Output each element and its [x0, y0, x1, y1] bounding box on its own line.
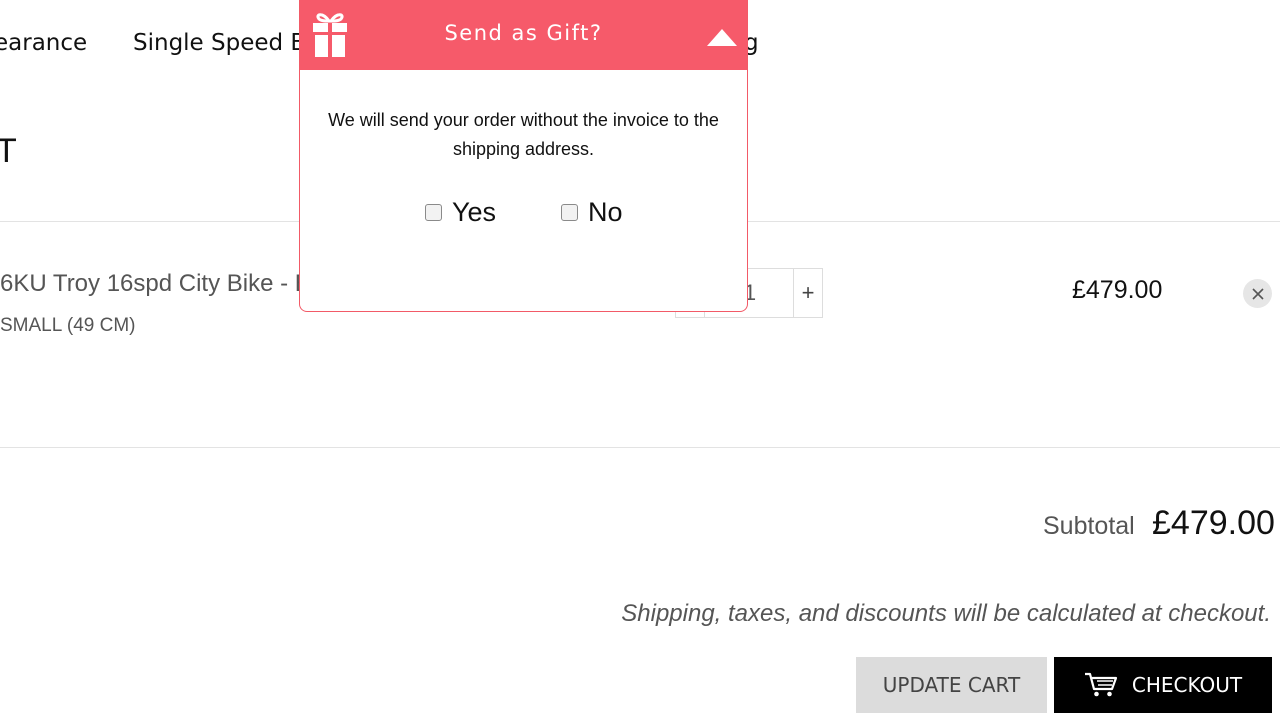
checkout-label: CHECKOUT [1131, 673, 1243, 697]
remove-item-button[interactable] [1243, 279, 1272, 308]
divider [0, 447, 1280, 448]
gift-option-yes[interactable]: Yes [425, 197, 496, 228]
gift-popup-description: We will send your order without the invo… [328, 110, 719, 159]
update-cart-button[interactable]: UPDATE CART [856, 657, 1047, 713]
gift-popup-title: Send as Gift? [444, 21, 603, 45]
nav-link-clearance[interactable]: earance [0, 30, 87, 56]
gift-yes-checkbox[interactable] [425, 204, 442, 221]
gift-popup-header[interactable]: Send as Gift? [300, 0, 747, 70]
subtotal-label: Subtotal [1043, 512, 1135, 540]
chevron-up-icon[interactable] [706, 27, 738, 52]
page-title: T [0, 132, 17, 170]
gift-no-checkbox[interactable] [561, 204, 578, 221]
checkout-note: Shipping, taxes, and discounts will be c… [621, 600, 1271, 627]
quantity-increase-button[interactable]: + [793, 269, 822, 317]
subtotal-value: £479.00 [1152, 504, 1275, 542]
gift-no-label: No [588, 197, 623, 227]
gift-yes-label: Yes [452, 197, 497, 227]
checkout-button[interactable]: CHECKOUT [1054, 657, 1272, 713]
update-cart-label: UPDATE CART [882, 673, 1021, 697]
gift-popup: Send as Gift? We will send your order wi… [299, 0, 748, 312]
cart-item-price: £479.00 [1072, 276, 1163, 304]
gift-option-no[interactable]: No [561, 197, 623, 228]
close-icon [1251, 287, 1264, 300]
cart-item-variant: SMALL (49 CM) [0, 315, 136, 336]
cart-icon [1084, 672, 1118, 698]
